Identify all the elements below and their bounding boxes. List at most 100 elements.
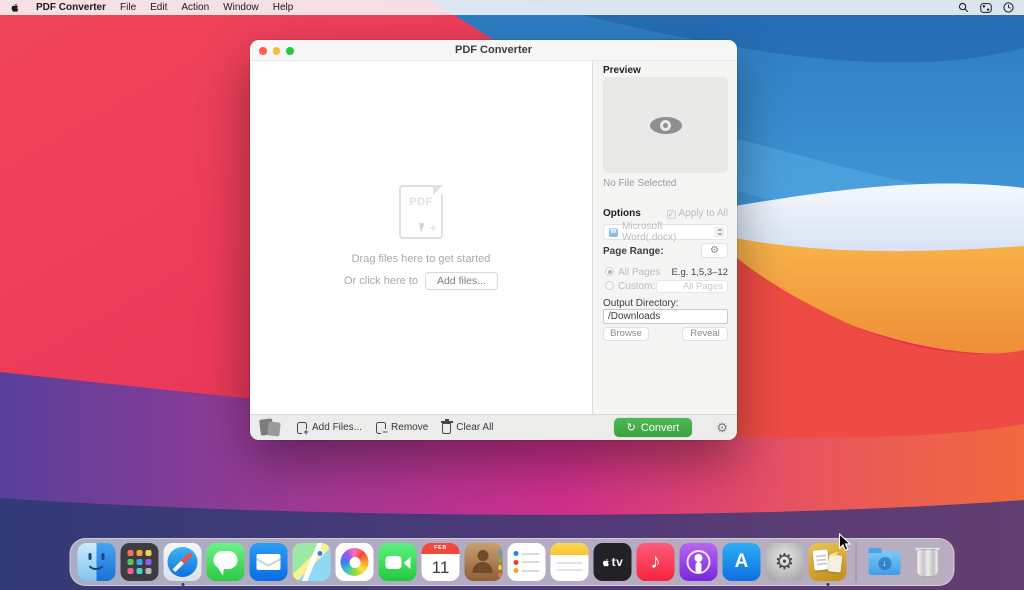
- dock-contacts-icon[interactable]: [465, 543, 503, 581]
- range-example: E.g. 1,5,3–12: [671, 267, 728, 278]
- add-files-label: Add Files...: [312, 422, 362, 433]
- menu-help[interactable]: Help: [273, 2, 294, 13]
- dock-separator: [856, 542, 857, 582]
- output-directory-input[interactable]: [603, 309, 728, 324]
- apple-menu-icon[interactable]: [10, 2, 20, 13]
- remove-button[interactable]: − Remove: [376, 422, 428, 434]
- window-title: PDF Converter: [455, 44, 532, 56]
- options-heading: Options: [603, 208, 641, 219]
- apply-to-all-label: Apply to All: [679, 208, 728, 219]
- dock-launchpad-icon[interactable]: [121, 543, 159, 581]
- add-files-button[interactable]: + Add Files...: [297, 422, 362, 434]
- dock-finder-icon[interactable]: [78, 543, 116, 581]
- menu-window[interactable]: Window: [223, 2, 259, 13]
- tv-label: tv: [612, 555, 624, 569]
- custom-label: Custom:: [618, 281, 655, 292]
- app-store-letter: A: [735, 551, 749, 573]
- preview-heading: Preview: [603, 65, 641, 76]
- dock-reminders-icon[interactable]: [508, 543, 546, 581]
- browse-button[interactable]: Browse: [603, 327, 649, 341]
- radio-unselected-icon: [605, 281, 614, 290]
- dock-app-store-icon[interactable]: A: [723, 543, 761, 581]
- dock-photos-icon[interactable]: [336, 543, 374, 581]
- dock-apple-tv-icon[interactable]: tv: [594, 543, 632, 581]
- dock-facetime-icon[interactable]: [379, 543, 417, 581]
- drop-hint-line2: Or click here to: [344, 275, 418, 287]
- folded-corner: [433, 185, 443, 195]
- menu-file[interactable]: File: [120, 2, 136, 13]
- apply-to-all-checkbox[interactable]: ✓Apply to All: [667, 208, 728, 219]
- page-range-label: Page Range:: [603, 246, 664, 257]
- app-docs-icon: [259, 418, 283, 438]
- menu-edit[interactable]: Edit: [150, 2, 167, 13]
- convert-label: Convert: [641, 422, 680, 434]
- settings-gear-icon[interactable]: ⚙: [716, 420, 728, 436]
- page-range-settings-button[interactable]: ⚙: [701, 243, 728, 258]
- word-icon: W: [609, 228, 618, 237]
- output-format-select[interactable]: W Microsoft Word(.docx): [603, 224, 728, 240]
- clear-all-label: Clear All: [456, 422, 493, 433]
- dock: FEB 11 tv ♪ A ⚙: [70, 538, 955, 586]
- dock-music-icon[interactable]: ♪: [637, 543, 675, 581]
- pdf-file-add-icon: PDF +: [399, 185, 443, 239]
- download-arrow-icon: ↓: [878, 557, 891, 570]
- menu-action[interactable]: Action: [181, 2, 209, 13]
- custom-range-radio[interactable]: Custom:: [605, 281, 655, 292]
- pdf-badge-label: PDF: [401, 196, 441, 208]
- select-stepper-icon: [714, 226, 725, 238]
- dock-podcasts-icon[interactable]: [680, 543, 718, 581]
- file-drop-zone[interactable]: PDF + Drag files here to get started Or …: [250, 61, 592, 414]
- window-titlebar[interactable]: PDF Converter: [250, 40, 737, 61]
- apple-logo-icon: [602, 557, 611, 568]
- gear-icon: ⚙: [710, 245, 719, 256]
- desktop: PDF Converter File Edit Action Window He…: [0, 0, 1024, 590]
- plus-glyph-icon: +: [429, 220, 437, 235]
- preview-box: [603, 77, 728, 173]
- app-menu-title[interactable]: PDF Converter: [36, 2, 106, 13]
- dock-maps-icon[interactable]: [293, 543, 331, 581]
- calendar-month-label: FEB: [422, 543, 460, 554]
- clock-icon[interactable]: [1003, 2, 1014, 13]
- reveal-button[interactable]: Reveal: [682, 327, 728, 341]
- dock-trash-icon[interactable]: [909, 543, 947, 581]
- add-files-inline-button[interactable]: Add files...: [425, 272, 498, 290]
- menu-bar: PDF Converter File Edit Action Window He…: [0, 0, 1024, 15]
- dock-safari-icon[interactable]: [164, 543, 202, 581]
- minimize-button[interactable]: [273, 47, 281, 55]
- dock-notes-icon[interactable]: [551, 543, 589, 581]
- remove-label: Remove: [391, 422, 428, 433]
- convert-button[interactable]: ↻ Convert: [614, 418, 693, 437]
- calendar-day-label: 11: [422, 554, 460, 581]
- options-sidebar: Preview No File Selected Options ✓Apply …: [592, 61, 737, 414]
- add-file-icon: +: [297, 422, 307, 434]
- checkbox-check-icon: ✓: [667, 210, 676, 219]
- window-toolbar: + Add Files... − Remove Clear All ↻ Conv…: [250, 414, 737, 440]
- close-button[interactable]: [259, 47, 267, 55]
- zoom-button[interactable]: [286, 47, 294, 55]
- all-pages-label: All Pages: [618, 267, 660, 278]
- gears-icon: ⚙: [775, 549, 795, 575]
- format-value: Microsoft Word(.docx): [622, 221, 714, 243]
- dock-system-preferences-icon[interactable]: ⚙: [766, 543, 804, 581]
- all-pages-radio[interactable]: All Pages: [605, 267, 660, 278]
- running-indicator: [181, 583, 184, 586]
- search-icon[interactable]: [958, 2, 969, 13]
- eye-icon: [650, 117, 682, 134]
- mouse-cursor: [838, 533, 851, 552]
- music-note-icon: ♪: [650, 550, 661, 574]
- preview-status: No File Selected: [603, 178, 676, 189]
- dock-downloads-icon[interactable]: ↓: [866, 543, 904, 581]
- pdf-converter-window: PDF Converter PDF + Drag files here to g…: [250, 40, 737, 440]
- convert-refresh-icon: ↻: [627, 421, 636, 434]
- clear-all-button[interactable]: Clear All: [442, 421, 493, 434]
- running-indicator: [826, 583, 829, 586]
- trash-icon: [442, 423, 451, 434]
- remove-file-icon: −: [376, 422, 386, 434]
- dock-mail-icon[interactable]: [250, 543, 288, 581]
- radio-selected-icon: [605, 267, 614, 276]
- dock-calendar-icon[interactable]: FEB 11: [422, 543, 460, 581]
- dock-messages-icon[interactable]: [207, 543, 245, 581]
- custom-range-input[interactable]: [656, 280, 728, 293]
- drop-hint-line1: Drag files here to get started: [352, 253, 491, 265]
- control-center-icon[interactable]: [980, 3, 992, 13]
